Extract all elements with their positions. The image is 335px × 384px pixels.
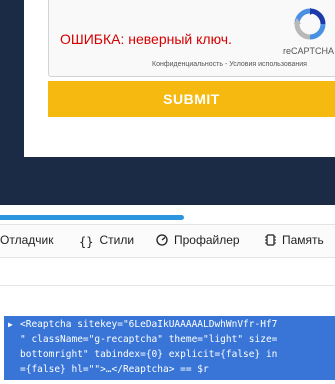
horizontal-scrollbar[interactable] — [0, 210, 335, 224]
braces-icon: {} — [79, 235, 94, 249]
tab-memory[interactable]: Память — [265, 233, 324, 249]
tab-debugger[interactable]: Отладчик — [0, 233, 53, 247]
recaptcha-logo-icon — [294, 8, 326, 40]
page-background: ОШИБКА: неверный ключ. reCAPTCHA Конфиде… — [0, 0, 335, 205]
devtools-toolbar: Отладчик {} Стили Профайлер Память — [0, 224, 335, 258]
tab-label: Стили — [99, 233, 135, 247]
tab-styles[interactable]: {} Стили — [79, 233, 134, 249]
memory-icon — [265, 234, 276, 249]
profiler-icon — [156, 234, 168, 249]
tab-label: Память — [282, 233, 324, 247]
code-line: ={false} hl="">…</Reaptcha> == $r — [20, 364, 209, 375]
expand-triangle-icon[interactable]: ▶ — [8, 320, 13, 329]
submit-button[interactable]: SUBMIT — [48, 81, 335, 117]
devtools-subtoolbar — [0, 257, 335, 286]
recaptcha-brand: reCAPTCHA — [283, 46, 335, 56]
recaptcha-widget[interactable]: ОШИБКА: неверный ключ. reCAPTCHA Конфиде… — [48, 0, 335, 77]
code-line: bottomright" tabindex={0} explicit={fals… — [20, 349, 278, 360]
code-line: <Reaptcha sitekey="6LeDaIkUAAAAALDwhWnVf… — [20, 319, 278, 330]
tab-label: Отладчик — [0, 233, 54, 247]
scrollbar-thumb[interactable] — [0, 215, 184, 220]
tab-label: Профайлер — [174, 233, 240, 247]
submit-label: SUBMIT — [163, 91, 220, 107]
selected-node[interactable]: ▶ <Reaptcha sitekey="6LeDaIkUAAAAALDwhWn… — [4, 316, 335, 380]
tab-profiler[interactable]: Профайлер — [156, 233, 240, 249]
code-line: " className="g-recaptcha" theme="light" … — [20, 334, 278, 345]
captcha-error-message: ОШИБКА: неверный ключ. — [60, 31, 232, 47]
recaptcha-privacy-links[interactable]: Конфиденциальность - Условия использован… — [152, 61, 307, 68]
devtools-panel: Отладчик {} Стили Профайлер Память ▶ <Rea… — [0, 210, 335, 384]
